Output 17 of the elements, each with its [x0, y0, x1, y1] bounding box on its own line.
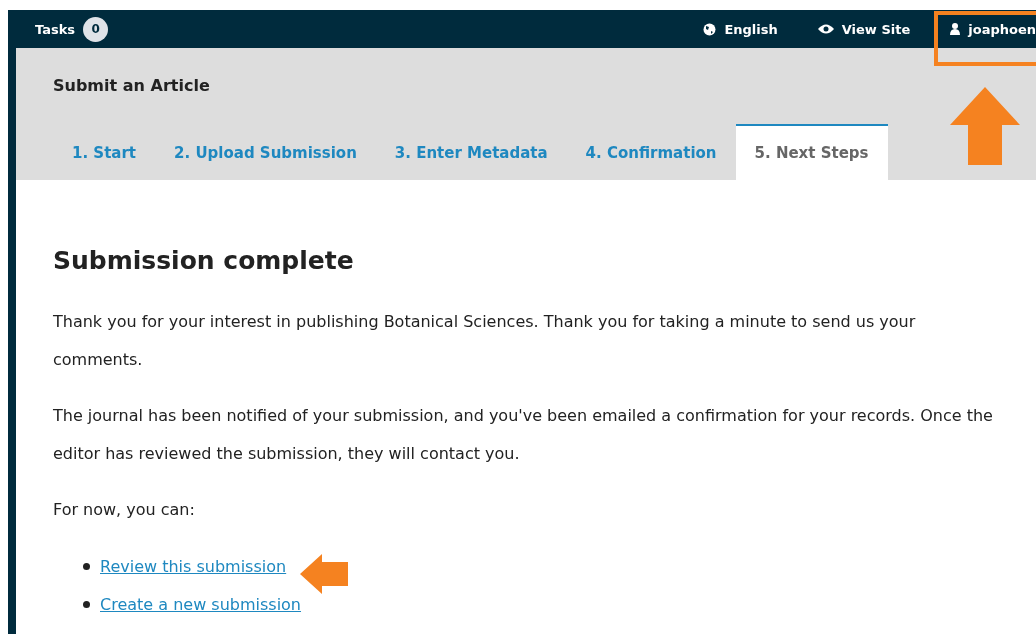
tasks-link[interactable]: Tasks 0 [35, 16, 109, 42]
action-link[interactable]: Create a new submission [100, 594, 301, 614]
action-link[interactable]: Review this submission [100, 556, 287, 576]
step-tab[interactable]: 5. Next Steps [735, 124, 888, 180]
step-tab[interactable]: 4. Confirmation [566, 124, 736, 180]
view-site-link[interactable]: View Site [817, 21, 911, 37]
user-menu-link[interactable]: joaphoen [950, 21, 1036, 37]
step-tab[interactable]: 3. Enter Metadata [375, 124, 567, 180]
body-paragraph: Thank you for your interest in publishing Botanical Sciences. Thank you for taking a minute to send us your comments. [53, 311, 917, 371]
body-paragraph: For now, you can: [53, 499, 196, 521]
step-tab[interactable]: 2. Upload Submission [155, 124, 376, 180]
language-link[interactable]: English [703, 21, 778, 37]
tasks-count-badge: 0 [83, 16, 109, 42]
section-heading: Submission complete [53, 246, 355, 275]
step-tab[interactable]: 1. Start [53, 124, 156, 180]
page-title: Submit an Article [53, 76, 211, 95]
body-paragraph: The journal has been notified of your submission, and you've been emailed a confirmation for your records. Once the editor has reviewed the submission, they will contact you. [53, 405, 994, 465]
